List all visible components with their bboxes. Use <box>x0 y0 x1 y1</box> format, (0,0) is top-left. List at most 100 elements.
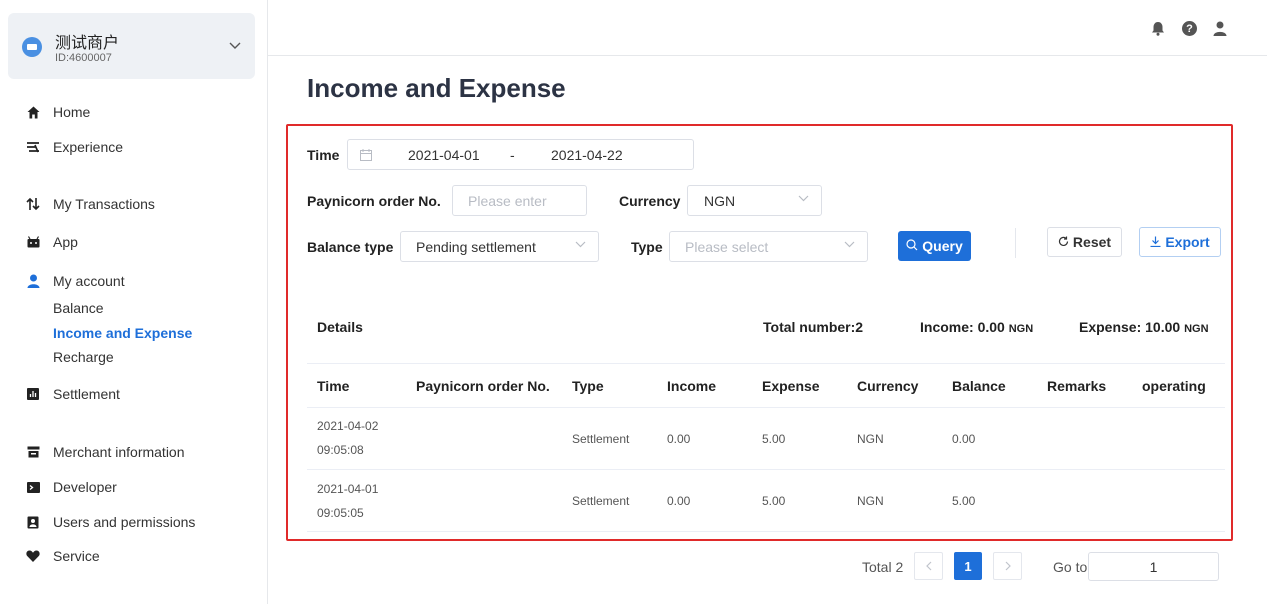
sidebar-item-label: Users and permissions <box>53 514 196 530</box>
chevron-down-icon[interactable] <box>229 38 241 53</box>
svg-text:?: ? <box>1186 23 1193 35</box>
sidebar-item-label: Settlement <box>53 386 120 402</box>
merchant-logo-icon <box>22 37 42 57</box>
sidebar-item-experience[interactable]: Experience <box>0 135 267 159</box>
sidebar-item-service[interactable]: Service <box>0 544 267 568</box>
calendar-icon <box>360 148 372 164</box>
merchant-name: 测试商户 <box>55 35 120 52</box>
page-title: Income and Expense <box>307 73 566 103</box>
time-label: Time <box>307 147 340 163</box>
sidebar-item-my-transactions[interactable]: My Transactions <box>0 192 267 216</box>
chevron-down-icon <box>798 193 809 205</box>
date-separator: - <box>510 146 515 163</box>
date-end[interactable]: 2021-04-22 <box>551 147 623 163</box>
type-placeholder: Please select <box>685 238 769 255</box>
cell-time: 09:05:08 <box>317 443 364 457</box>
income-total: Income: 0.00 NGN <box>920 319 1033 335</box>
cell-balance: 5.00 <box>952 494 976 508</box>
sidebar-item-developer[interactable]: Developer <box>0 475 267 499</box>
column-header-time: Time <box>317 378 350 394</box>
cell-type: Settlement <box>572 494 630 508</box>
bell-icon[interactable] <box>1150 20 1166 36</box>
next-page-button[interactable] <box>993 552 1022 580</box>
export-button[interactable]: Export <box>1139 227 1221 257</box>
total-number: Total number:2 <box>763 319 864 335</box>
column-header-income: Income <box>667 378 717 394</box>
chart-icon <box>26 387 40 401</box>
sidebar-subitem-recharge[interactable]: Recharge <box>53 349 114 365</box>
cell-currency: NGN <box>857 494 884 508</box>
query-label: Query <box>922 238 963 254</box>
currency-select[interactable]: NGN <box>687 185 822 216</box>
reset-label: Reset <box>1072 234 1112 250</box>
top-bar <box>268 0 1267 56</box>
sidebar-item-app[interactable]: App <box>0 230 267 254</box>
sidebar-item-label: App <box>53 234 78 250</box>
sidebar-item-users-and-permissions[interactable]: Users and permissions <box>0 510 267 534</box>
merchant-switcher[interactable]: 测试商户 ID:4600007 <box>8 13 255 79</box>
column-header-operating: operating <box>1142 378 1206 394</box>
balance-type-select[interactable]: Pending settlement <box>400 231 599 262</box>
search-icon <box>906 238 918 254</box>
query-button[interactable]: Query <box>898 231 971 261</box>
goto-page-input[interactable]: 1 <box>1088 552 1219 581</box>
cell-date: 2021-04-01 <box>317 482 379 496</box>
summary-divider <box>307 363 1225 364</box>
column-header-expense: Expense <box>762 378 820 394</box>
column-header-remarks: Remarks <box>1047 378 1107 394</box>
date-range-picker[interactable]: 2021-04-01 - 2021-04-22 <box>347 139 694 170</box>
download-icon <box>1150 234 1161 250</box>
merchant-id: ID:4600007 <box>55 52 112 64</box>
sidebar-item-label: Service <box>53 548 100 564</box>
reset-button[interactable]: Reset <box>1047 227 1122 257</box>
chevron-left-icon <box>925 559 932 574</box>
goto-page-value: 1 <box>1149 558 1158 575</box>
help-icon[interactable]: ? <box>1181 20 1197 36</box>
refresh-icon <box>1058 234 1069 250</box>
experience-icon <box>26 140 40 154</box>
sidebar-item-my-account[interactable]: My account <box>0 269 267 293</box>
type-select[interactable]: Please select <box>669 231 868 262</box>
expense-total: Expense: 10.00 NGN <box>1079 319 1209 335</box>
divider <box>1015 228 1016 258</box>
order-no-label: Paynicorn order No. <box>307 193 441 209</box>
row-divider <box>307 469 1225 470</box>
cell-time: 09:05:05 <box>317 506 364 520</box>
cell-income: 0.00 <box>667 494 691 508</box>
order-no-input[interactable]: Please enter <box>452 185 587 216</box>
page-button-current[interactable]: 1 <box>954 552 982 580</box>
balance-type-value: Pending settlement <box>416 238 536 255</box>
prev-page-button[interactable] <box>914 552 943 580</box>
sidebar-item-label: Merchant information <box>53 444 185 460</box>
income-total-unit: NGN <box>1008 323 1034 335</box>
sidebar-item-settlement[interactable]: Settlement <box>0 382 267 406</box>
pagination-total: Total 2 <box>862 559 904 575</box>
cell-expense: 5.00 <box>762 432 786 446</box>
heart-icon <box>26 549 40 563</box>
date-start[interactable]: 2021-04-01 <box>408 147 480 163</box>
sidebar-item-home[interactable]: Home <box>0 100 267 124</box>
cell-balance: 0.00 <box>952 432 976 446</box>
income-total-label: Income: 0.00 <box>920 319 1005 335</box>
app-icon <box>26 235 40 249</box>
cell-type: Settlement <box>572 432 630 446</box>
chevron-right-icon <box>1005 559 1011 574</box>
details-label: Details <box>317 319 363 335</box>
cell-income: 0.00 <box>667 432 691 446</box>
sidebar-item-merchant-information[interactable]: Merchant information <box>0 440 267 464</box>
sidebar-item-label: Home <box>53 104 91 120</box>
sidebar-subitem-income-and-expense[interactable]: Income and Expense <box>53 325 192 341</box>
expense-total-unit: NGN <box>1184 323 1209 335</box>
goto-label: Go to <box>1053 559 1088 575</box>
contacts-icon <box>26 515 40 529</box>
user-icon <box>26 274 40 288</box>
user-avatar-icon[interactable] <box>1212 20 1228 36</box>
balance-type-label: Balance type <box>307 239 394 255</box>
type-label: Type <box>631 239 663 255</box>
sidebar-item-label: My Transactions <box>53 196 155 212</box>
order-no-placeholder: Please enter <box>468 192 547 209</box>
sidebar-subitem-balance[interactable]: Balance <box>53 300 104 316</box>
column-header-balance: Balance <box>952 378 1006 394</box>
cell-date: 2021-04-02 <box>317 419 379 433</box>
terminal-icon <box>26 480 40 494</box>
